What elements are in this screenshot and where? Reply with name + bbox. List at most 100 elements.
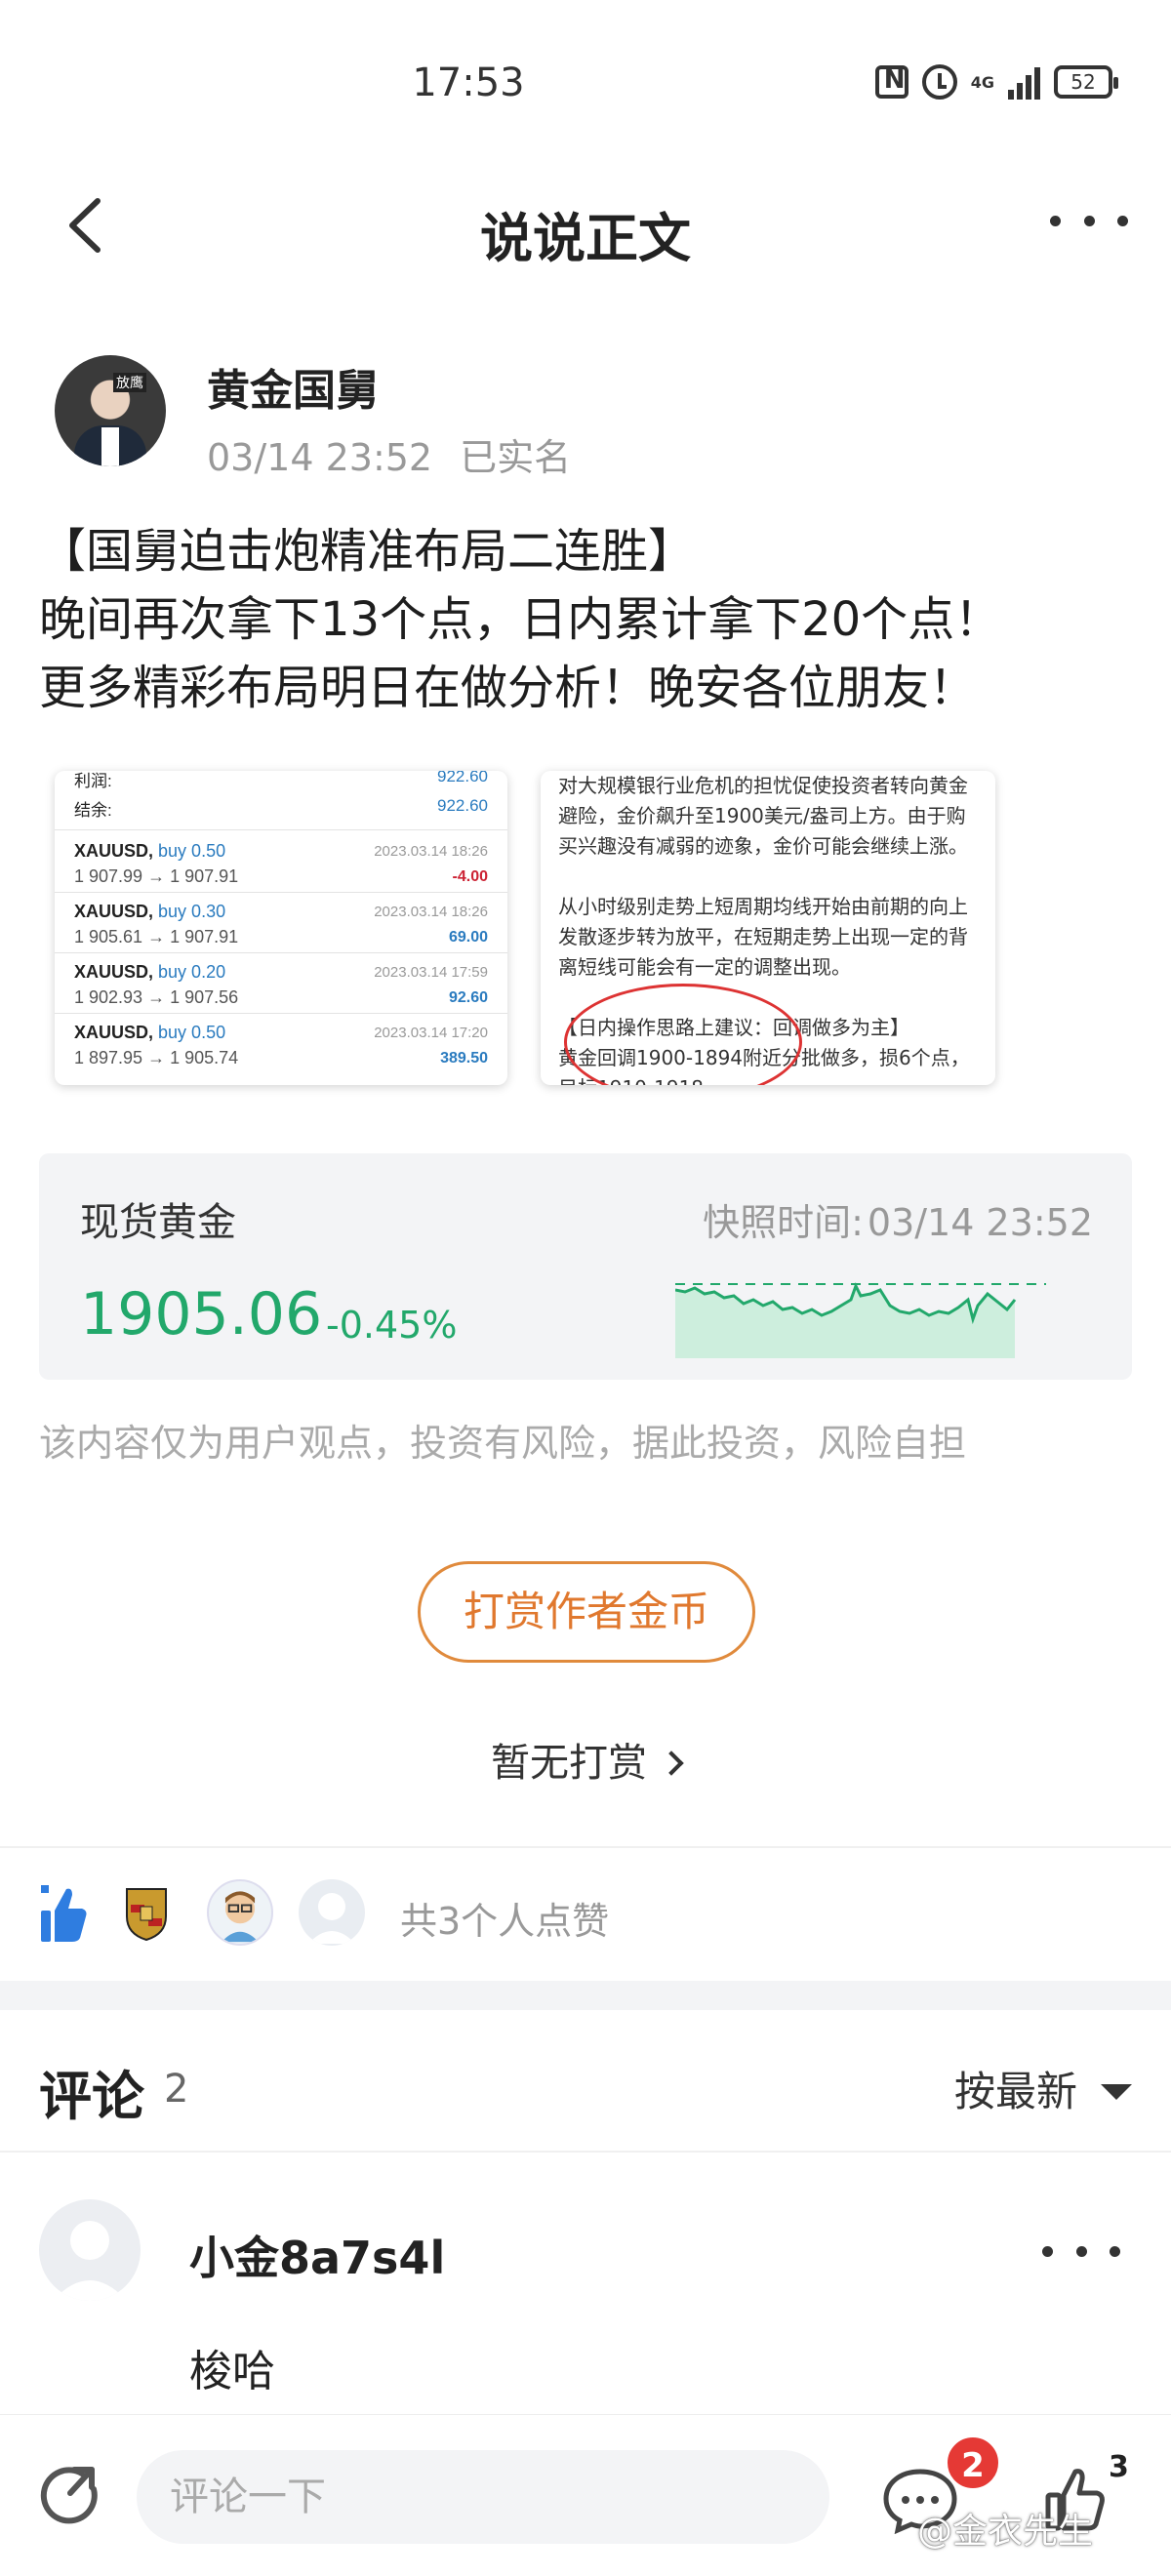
profit-row: 利润: 922.60 (74, 771, 488, 791)
trade-side: buy 0.20 (158, 962, 226, 982)
comment-input[interactable]: 评论一下 (137, 2450, 829, 2544)
profit-value: 922.60 (437, 771, 488, 785)
trade-row: XAUUSD, buy 0.50 1 897.95 → 1 905.74 202… (74, 1023, 488, 1081)
like-count: 3 (1109, 2450, 1129, 2484)
analysis-image[interactable]: 对大规模银行业危机的担忧促使投资者转向黄金避险，金价飙升至1900美元/盎司上方… (541, 771, 995, 1085)
trade-symbol: XAUUSD, (74, 962, 154, 982)
dot-icon (1110, 2246, 1120, 2257)
gold-quote-card[interactable]: 现货黄金 快照时间: 03/14 23:52 1905.06 -0.45% (39, 1153, 1132, 1380)
author-meta: 03/14 23:52 已实名 (207, 427, 571, 481)
balance-label: 结余: (74, 801, 112, 820)
quote-name: 现货黄金 (80, 1200, 236, 1245)
trade-prices: 1 907.99 → 1 907.91 (74, 866, 239, 886)
trade-pl: -4.00 (452, 868, 488, 885)
likes-row[interactable]: 共3个人点赞 (0, 1850, 1171, 1977)
watermark: @金衣先生 (917, 2512, 1094, 2552)
trade-symbol: XAUUSD, (74, 902, 154, 921)
post-line: 更多精彩布局明日在做分析！晚安各位朋友！ (39, 661, 977, 715)
bottom-bar: 评论一下 2 3 @金衣先生 (0, 2414, 1171, 2576)
post-date: 03/14 23:52 (207, 436, 433, 479)
default-avatar-icon (308, 1893, 355, 1944)
trade-date: 2023.03.14 17:59 (374, 964, 488, 981)
verified-label: 已实名 (460, 436, 572, 479)
analysis-para: 对大规模银行业危机的担忧促使投资者转向黄金避险，金价飙升至1900美元/盎司上方… (558, 774, 968, 858)
trade-side: buy 0.50 (158, 841, 226, 861)
dot-icon (1042, 2246, 1053, 2257)
divider (0, 1846, 1171, 1848)
dot-icon (1083, 215, 1095, 226)
chevron-right-icon (659, 1751, 684, 1776)
caret-down-icon (1101, 2084, 1132, 2100)
trade-side: buy 0.50 (158, 1023, 226, 1042)
snapshot-time: 快照时间: 03/14 23:52 (703, 1192, 1093, 1246)
trade-row: XAUUSD, buy 0.50 1 907.99 → 1 907.91 202… (74, 841, 488, 900)
dot-icon (1050, 215, 1061, 226)
trade-symbol: XAUUSD, (74, 1023, 154, 1042)
balance-row: 结余: 922.60 (74, 796, 488, 821)
default-avatar-icon (53, 2221, 127, 2301)
liker-avatar[interactable] (113, 1879, 180, 1946)
commenter-name[interactable]: 小金8a7s4l (189, 2223, 445, 2287)
trade-prices: 1 902.93 → 1 907.56 (74, 987, 239, 1007)
nfc-icon (874, 65, 909, 99)
trade-side: buy 0.30 (158, 902, 226, 921)
dot-icon (1075, 2246, 1087, 2257)
quote-price: 1905.06 (80, 1280, 323, 1348)
comments-title: 评论 (39, 2066, 144, 2127)
comment-item: 小金8a7s4l 梭哈 (0, 2154, 1171, 2408)
sort-label: 按最新 (953, 2068, 1077, 2115)
cartoon-avatar-icon (222, 1891, 259, 1943)
trade-date: 2023.03.14 18:26 (374, 843, 488, 860)
trade-pl: 92.60 (448, 989, 488, 1006)
author-header: 放鹰 黄金国舅 03/14 23:52 已实名 (55, 355, 1128, 479)
tip-author-button[interactable]: 打赏作者金币 (418, 1561, 755, 1663)
balance-value: 922.60 (437, 796, 488, 815)
trade-date: 2023.03.14 18:26 (374, 904, 488, 920)
alarm-icon (921, 64, 957, 100)
comment-count-badge: 2 (945, 2435, 1001, 2491)
dot-icon (1117, 215, 1128, 226)
trade-pl: 389.50 (440, 1050, 488, 1067)
divider (0, 2151, 1171, 2153)
post-body: 【国舅迫击炮精准布局二连胜】 晚间再次拿下13个点，日内累计拿下20个点！ 更多… (39, 517, 1132, 722)
likes-summary: 共3个人点赞 (400, 1900, 610, 1943)
commenter-avatar[interactable] (39, 2199, 141, 2301)
status-icons: 4G 52 (874, 64, 1118, 100)
comment-text: 梭哈 (189, 2347, 275, 2396)
trade-prices: 1 897.95 → 1 905.74 (74, 1048, 239, 1067)
post-line: 【国舅迫击炮精准布局二连胜】 (39, 524, 696, 579)
no-tip-label: 暂无打赏 (491, 1741, 647, 1786)
author-name[interactable]: 黄金国舅 (207, 355, 379, 418)
liker-avatar[interactable] (299, 1879, 365, 1946)
trade-row: XAUUSD, buy 0.20 1 902.93 → 1 907.56 202… (74, 962, 488, 1021)
trade-history-image[interactable]: 利润: 922.60 结余: 922.60 XAUUSD, buy 0.50 1… (55, 771, 507, 1085)
quote-change: -0.45% (326, 1304, 458, 1347)
liker-avatar[interactable] (207, 1879, 273, 1946)
trade-pl: 69.00 (448, 929, 488, 946)
no-tip-link[interactable]: 暂无打赏 (0, 1731, 1171, 1788)
signal-icon (1008, 64, 1040, 100)
trade-prices: 1 905.61 → 1 907.91 (74, 927, 239, 946)
snapshot-label: 快照时间: (703, 1201, 864, 1244)
page-title: 说说正文 (480, 208, 691, 269)
comments-count: 2 (164, 2067, 189, 2112)
more-options-button[interactable] (1050, 191, 1128, 250)
status-bar: 17:53 4G 52 (0, 0, 1171, 166)
snapshot-value: 03/14 23:52 (867, 1201, 1093, 1244)
network-type: 4G (970, 72, 994, 92)
analysis-para: 从小时级别走势上短周期均线开始由前期的向上发散逐步转为放平，在短期走势上出现一定… (558, 895, 968, 979)
battery-icon: 52 (1054, 65, 1118, 99)
section-divider (0, 1981, 1171, 2010)
comment-more-button[interactable] (1042, 2246, 1120, 2257)
post-line: 晚间再次拿下13个点，日内累计拿下20个点！ (39, 592, 1002, 647)
trade-symbol: XAUUSD, (74, 841, 154, 861)
author-avatar[interactable]: 放鹰 (55, 355, 166, 466)
status-time: 17:53 (412, 60, 525, 105)
sort-dropdown[interactable]: 按最新 (954, 2059, 1132, 2118)
trade-date: 2023.03.14 17:20 (374, 1025, 488, 1041)
risk-disclaimer: 该内容仅为用户观点，投资有风险，据此投资，风险自担 (39, 1422, 967, 1465)
porsche-crest-icon (126, 1888, 167, 1942)
trade-row: XAUUSD, buy 0.30 1 905.61 → 1 907.91 202… (74, 902, 488, 960)
share-icon[interactable] (37, 2462, 105, 2530)
profit-label: 利润: (74, 772, 112, 790)
